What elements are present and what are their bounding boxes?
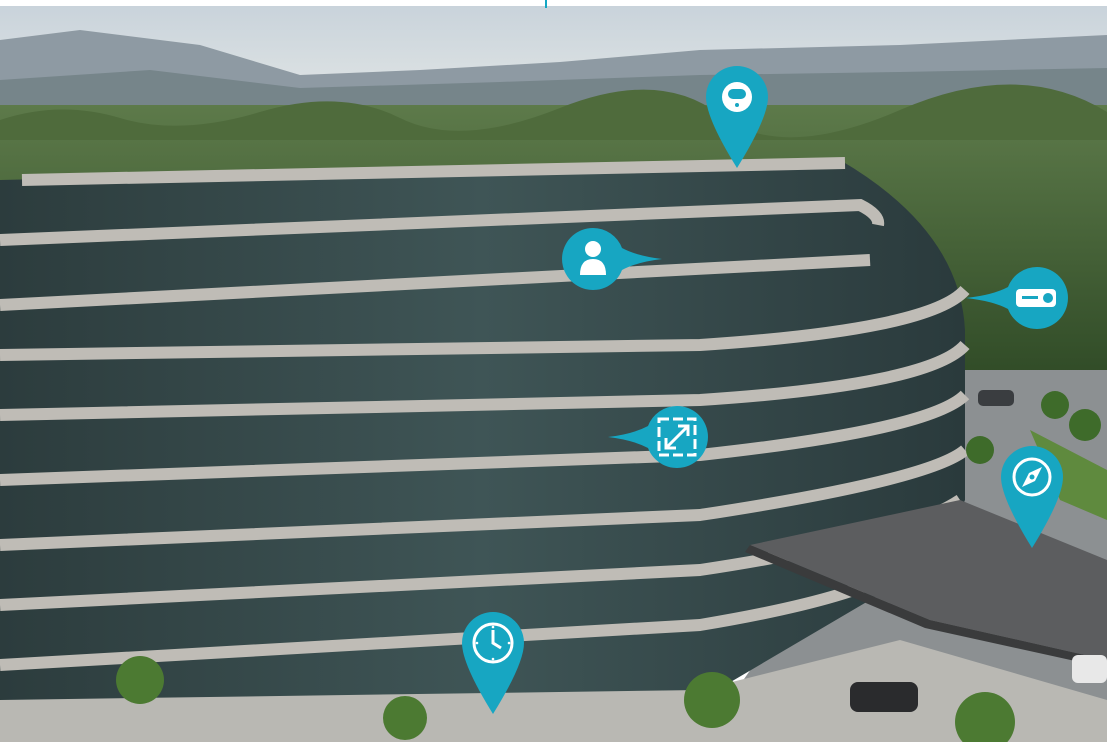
building-illustration [0,6,1107,742]
hotspot-compass[interactable] [1000,446,1064,548]
hotspot-expand[interactable] [608,406,708,468]
hotspot-user[interactable] [562,228,662,290]
building-scene [0,0,1107,742]
top-strip [0,0,1107,6]
hotspot-access-badge[interactable] [966,267,1068,329]
smart-sensor-icon [722,82,752,112]
top-marker [545,0,547,8]
badge-card-icon [1016,289,1056,307]
hotspot-smart-sensor[interactable] [705,66,769,168]
hotspot-clock[interactable] [461,612,525,714]
